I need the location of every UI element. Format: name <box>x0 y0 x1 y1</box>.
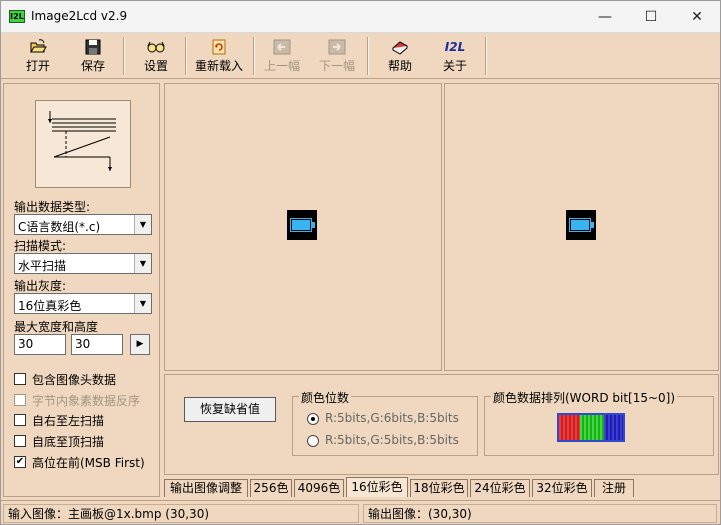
next-image-label: 下一幅 <box>318 59 355 73</box>
reload-label: 重新载入 <box>194 59 243 73</box>
input-image-preview <box>287 210 317 240</box>
scan-mode-value: 水平扫描 <box>18 259 67 273</box>
reverse-pixel-order-label: 字节内象素数据反序 <box>32 394 141 408</box>
radio-button[interactable] <box>307 435 319 447</box>
glasses-icon <box>147 39 165 55</box>
tab-32bit-color[interactable]: 32位彩色 <box>532 479 592 497</box>
help-label: 帮助 <box>387 59 412 73</box>
battery-icon <box>569 218 591 232</box>
color-settings-panel: 恢复缺省值 颜色位数 R:5bits,G:6bits,B:5bits R:5bi… <box>164 374 719 475</box>
checkbox-box[interactable] <box>14 435 26 447</box>
settings-label: 设置 <box>143 59 168 73</box>
previous-image-label: 上一幅 <box>263 59 300 73</box>
checkbox-box[interactable] <box>14 373 26 385</box>
output-type-select[interactable]: C语言数组(*.c) ▼ <box>14 214 152 235</box>
folder-open-icon <box>29 39 47 55</box>
check-icon[interactable]: ✔ <box>14 456 26 468</box>
battery-icon <box>290 218 312 232</box>
green-bits <box>580 415 604 440</box>
open-label: 打开 <box>25 59 50 73</box>
battery-cap <box>312 222 315 228</box>
scan-mode-select[interactable]: 水平扫描 ▼ <box>14 253 152 274</box>
tab-256-colors[interactable]: 256色 <box>250 479 292 497</box>
bit-order-bar <box>557 413 625 442</box>
arrow-left-icon <box>273 39 291 55</box>
tab-output-adjust[interactable]: 输出图像调整 <box>164 479 248 497</box>
reload-button[interactable]: 重新载入 <box>193 36 245 76</box>
gray-level-value: 16位真彩色 <box>18 299 82 313</box>
open-button[interactable]: 打开 <box>13 36 63 76</box>
color-order-group: 颜色数据排列(WORD bit[15~0]) <box>484 389 714 456</box>
toolbar-separator <box>253 37 255 75</box>
gray-level-label: 输出灰度: <box>14 279 67 293</box>
output-type-label: 输出数据类型: <box>14 200 91 214</box>
rgb555-label: R:5bits,G:5bits,B:5bits <box>325 433 459 447</box>
toolbar-separator <box>485 37 487 75</box>
bottom-to-top-label: 自底至顶扫描 <box>32 435 105 449</box>
rgb565-label: R:5bits,G:6bits,B:5bits <box>325 411 459 425</box>
scan-mode-label: 扫描模式: <box>14 239 67 253</box>
color-order-title: 颜色数据排列(WORD bit[15~0]) <box>491 389 678 406</box>
include-header-label: 包含图像头数据 <box>32 373 117 387</box>
tab-register[interactable]: 注册 <box>594 479 634 497</box>
toolbar-separator <box>367 37 369 75</box>
tab-24bit-color[interactable]: 24位彩色 <box>470 479 530 497</box>
input-image-status: 输入图像：主画板@1x.bmp (30,30) <box>3 504 359 523</box>
maximize-button[interactable]: ☐ <box>628 1 674 33</box>
checkbox-box[interactable] <box>14 414 26 426</box>
gray-level-select[interactable]: 16位真彩色 ▼ <box>14 293 152 314</box>
save-button[interactable]: 保存 <box>68 36 118 76</box>
app-window: I2L Image2Lcd v2.9 — ☐ ✕ 打开 保存 设置 重新载入 上… <box>0 0 721 525</box>
scan-mode-preview <box>35 100 131 188</box>
output-image-pane <box>444 83 719 371</box>
i2l-logo-icon: I2L <box>444 40 466 54</box>
tab-18bit-color[interactable]: 18位彩色 <box>410 479 468 497</box>
arrow-right-icon <box>328 39 346 55</box>
color-bits-title: 颜色位数 <box>299 389 352 406</box>
save-label: 保存 <box>80 59 105 73</box>
previous-image-button[interactable]: 上一幅 <box>257 36 307 76</box>
checkbox-box[interactable] <box>14 394 26 406</box>
chevron-down-icon[interactable]: ▼ <box>134 215 151 234</box>
output-image-preview <box>566 210 596 240</box>
chevron-down-icon[interactable]: ▼ <box>134 254 151 273</box>
toolbar-separator <box>123 37 125 75</box>
output-type-value: C语言数组(*.c) <box>18 220 101 234</box>
about-label: 关于 <box>442 59 467 73</box>
input-image-pane <box>164 83 442 371</box>
floppy-disk-icon <box>84 39 102 55</box>
help-book-icon <box>391 39 409 55</box>
next-image-button[interactable]: 下一幅 <box>312 36 362 76</box>
app-logo-icon: I2L <box>9 10 25 23</box>
restore-defaults-button[interactable]: 恢复缺省值 <box>184 397 276 422</box>
right-to-left-label: 自右至左扫描 <box>32 414 105 428</box>
color-bits-group: 颜色位数 R:5bits,G:6bits,B:5bits R:5bits,G:5… <box>292 389 478 456</box>
battery-cap <box>591 222 594 228</box>
settings-button[interactable]: 设置 <box>131 36 181 76</box>
title-bar: I2L Image2Lcd v2.9 — ☐ ✕ <box>1 1 720 33</box>
max-height-input[interactable]: 30 <box>71 334 123 355</box>
close-button[interactable]: ✕ <box>674 1 720 33</box>
blue-bits <box>604 415 623 440</box>
tab-16bit-color[interactable]: 16位彩色 <box>346 477 408 497</box>
tab-4096-colors[interactable]: 4096色 <box>294 479 344 497</box>
msb-first-label: 高位在前(MSB First) <box>32 456 145 470</box>
radio-button[interactable] <box>307 413 319 425</box>
help-button[interactable]: 帮助 <box>375 36 425 76</box>
max-size-label: 最大宽度和高度 <box>14 320 99 334</box>
apply-size-button[interactable]: ▶ <box>130 334 150 355</box>
reload-icon <box>210 39 228 55</box>
toolbar-separator <box>185 37 187 75</box>
output-image-status: 输出图像：(30,30) <box>363 504 717 523</box>
status-bar: 输入图像：主画板@1x.bmp (30,30) 输出图像：(30,30) <box>1 500 720 524</box>
chevron-down-icon[interactable]: ▼ <box>134 294 151 313</box>
about-button[interactable]: I2L 关于 <box>430 36 480 76</box>
toolbar: 打开 保存 设置 重新载入 上一幅 下一幅 帮助 I2L 关于 <box>1 33 720 79</box>
options-panel: 输出数据类型: C语言数组(*.c) ▼ 扫描模式: 水平扫描 ▼ 输出灰度: … <box>3 83 160 497</box>
max-width-input[interactable]: 30 <box>14 334 66 355</box>
window-title: Image2Lcd v2.9 <box>31 9 128 23</box>
red-bits <box>559 415 580 440</box>
minimize-button[interactable]: — <box>582 1 628 33</box>
